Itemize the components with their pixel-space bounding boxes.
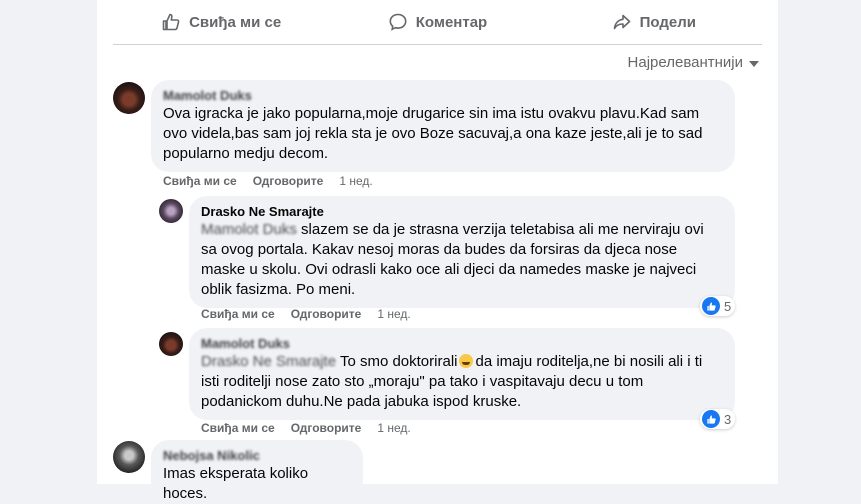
post-card: Свиђа ми се Коментар Подели Најрелевантн…	[97, 0, 778, 502]
thumbs-up-icon	[162, 13, 180, 31]
comment-text: Ova igracka je jako popularna,moje druga…	[163, 105, 703, 162]
reply-reply-link[interactable]: Одговорите	[291, 307, 362, 321]
reply-text-start: To smo doktorirali	[336, 353, 458, 370]
reply-bubble: Mamolot Duks Drasko Ne Smarajte To smo d…	[189, 328, 735, 420]
like-button[interactable]: Свиђа ми се	[113, 0, 329, 44]
reply-timestamp[interactable]: 1 нед.	[377, 307, 410, 321]
comment-button[interactable]: Коментар	[329, 0, 545, 44]
reply-author[interactable]: Drasko Ne Smarajte	[201, 204, 723, 220]
reply-reaction-count[interactable]: 3	[700, 409, 736, 429]
reply-mention[interactable]: Mamolot Duks	[201, 221, 297, 238]
comment-meta: Свиђа ми се Одговорите 1 нед.	[163, 174, 373, 188]
reply-reply-link[interactable]: Одговорите	[291, 421, 362, 435]
post-action-bar: Свиђа ми се Коментар Подели	[113, 0, 762, 45]
share-button-label: Подели	[639, 13, 696, 31]
replier-avatar[interactable]	[159, 332, 183, 356]
reply-meta: Свиђа ми се Одговорите 1 нед.	[201, 307, 411, 321]
like-reaction-icon	[702, 297, 720, 315]
reply-meta: Свиђа ми се Одговорите 1 нед.	[201, 421, 411, 435]
reply-author[interactable]: Mamolot Duks	[201, 336, 723, 352]
comment-bubble: Mamolot Duks Ova igracka je jako popular…	[151, 80, 735, 172]
share-button[interactable]: Подели	[546, 0, 762, 44]
comment-bubble: Nebojsa Nikolic Imas eksperata koliko ho…	[151, 440, 363, 502]
grin-emoji-icon	[459, 354, 474, 368]
reply-reaction-count[interactable]: 5	[700, 296, 736, 316]
reply-bubble: Drasko Ne Smarajte Mamolot Duks slazem s…	[189, 196, 735, 308]
like-reaction-icon	[702, 410, 720, 428]
comment-button-label: Коментар	[415, 13, 488, 31]
sort-label: Најрелевантнији	[627, 54, 743, 71]
reply-mention[interactable]: Drasko Ne Smarajte	[201, 353, 336, 370]
reply-like-link[interactable]: Свиђа ми се	[201, 421, 275, 435]
comment-sort-dropdown[interactable]: Најрелевантнији	[628, 54, 759, 71]
caret-down-icon	[749, 60, 759, 67]
reaction-count: 5	[724, 298, 732, 314]
comment-like-link[interactable]: Свиђа ми се	[163, 174, 237, 188]
commenter-avatar[interactable]	[113, 441, 145, 473]
share-arrow-icon	[613, 14, 630, 30]
reply-timestamp[interactable]: 1 нед.	[377, 421, 410, 435]
reaction-count: 3	[724, 411, 732, 427]
commenter-avatar[interactable]	[113, 82, 145, 114]
reply-like-link[interactable]: Свиђа ми се	[201, 307, 275, 321]
comment-author[interactable]: Mamolot Duks	[163, 88, 723, 104]
comment-author[interactable]: Nebojsa Nikolic	[163, 448, 351, 464]
like-button-label: Свиђа ми се	[189, 13, 282, 31]
comment-reply-link[interactable]: Одговорите	[253, 174, 324, 188]
comment-bubble-icon	[389, 13, 407, 31]
replier-avatar[interactable]	[159, 199, 183, 223]
comment-timestamp[interactable]: 1 нед.	[339, 174, 372, 188]
